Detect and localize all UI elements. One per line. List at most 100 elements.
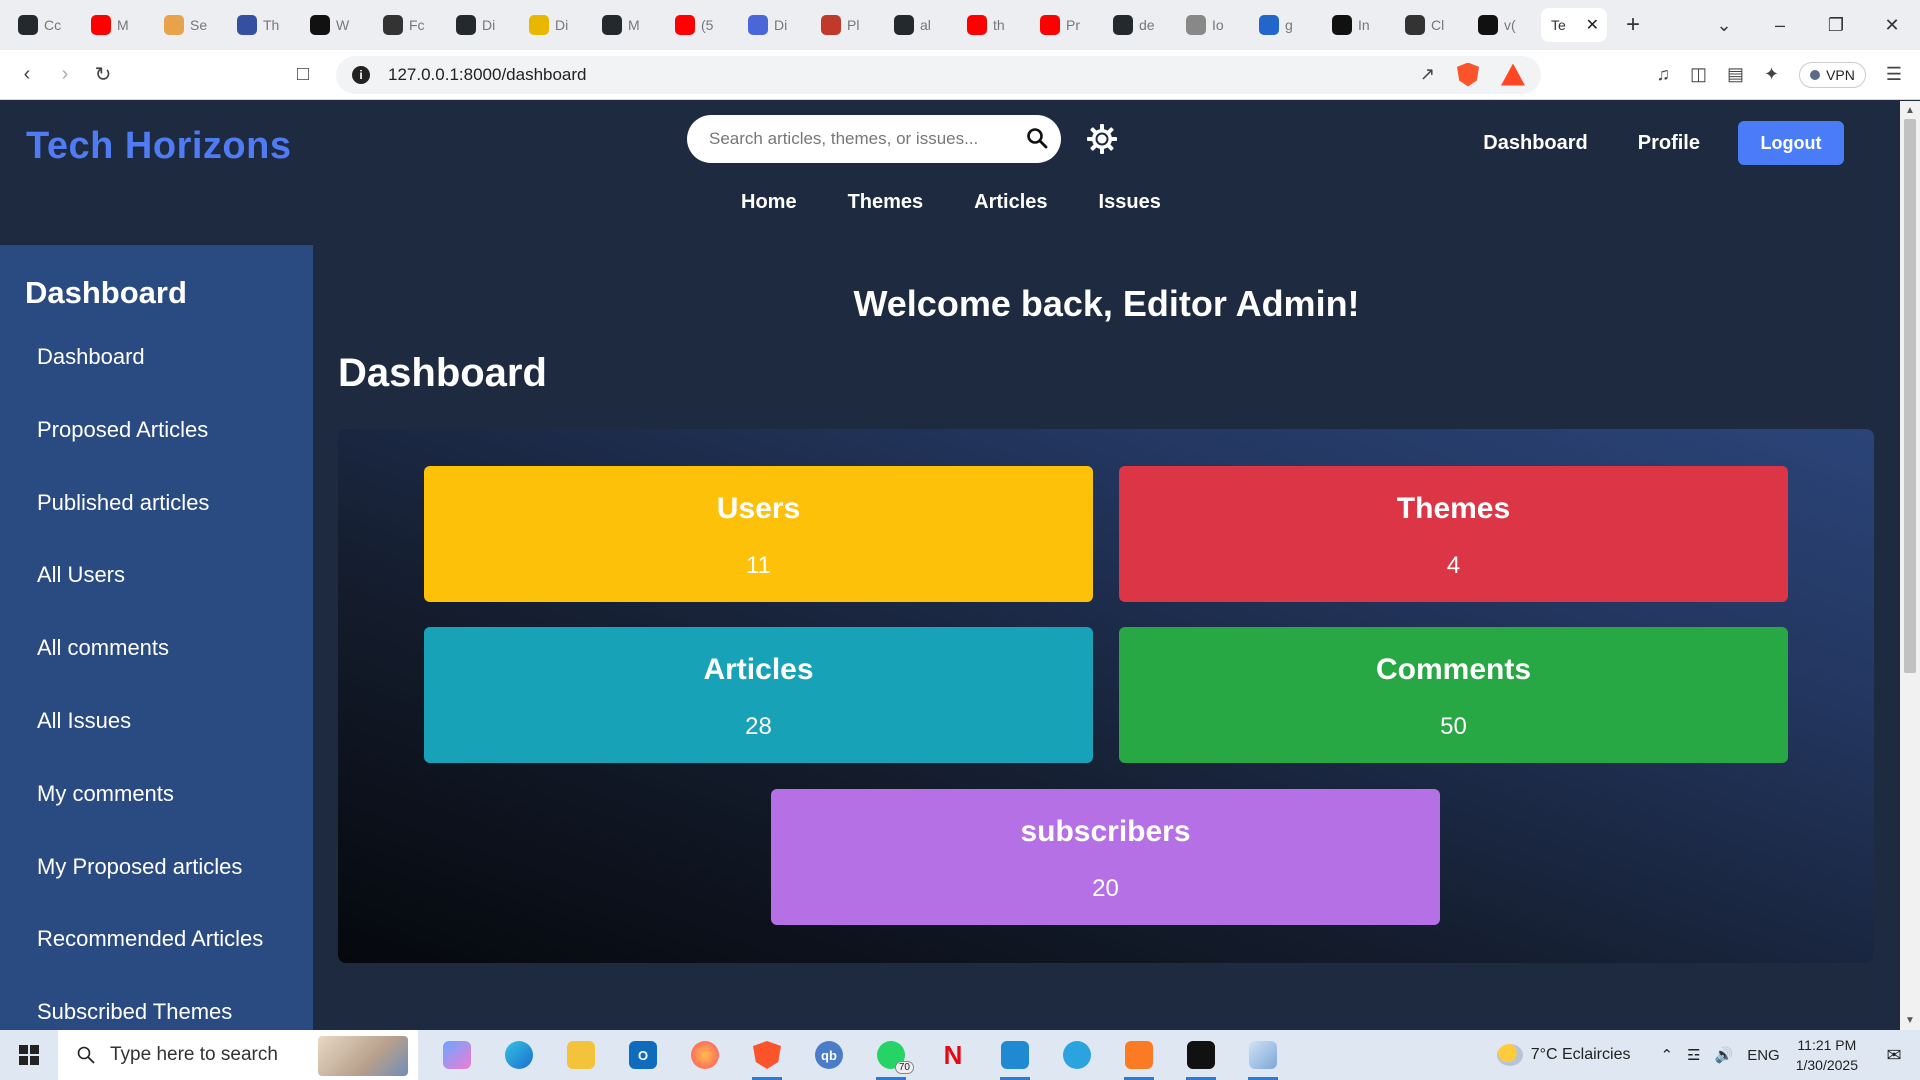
new-tab-button[interactable]: + (1615, 8, 1651, 42)
file-explorer-app[interactable] (550, 1030, 612, 1080)
search-input[interactable] (709, 129, 1009, 149)
vpn-button[interactable]: VPN (1799, 61, 1866, 88)
edge-app[interactable] (488, 1030, 550, 1080)
nav-issues-link[interactable]: Issues (1099, 191, 1161, 214)
nav-home-link[interactable]: Home (741, 191, 797, 214)
browser-tab[interactable]: v( (1468, 8, 1541, 42)
page-scrollbar[interactable]: ▲ ▼ (1900, 101, 1920, 1030)
browser-tab[interactable]: Fc (373, 8, 446, 42)
address-bar[interactable]: i 127.0.0.1:8000/dashboard ↗ (336, 55, 1541, 94)
sidebar-item-proposed-articles[interactable]: Proposed Articles (37, 418, 263, 493)
weather-widget[interactable]: 7°C Eclaircies (1496, 1044, 1630, 1066)
outlook-app[interactable]: O (612, 1030, 674, 1080)
themes-card-value: 4 (1446, 552, 1461, 579)
comments-stat-card[interactable]: Comments 50 (1119, 627, 1788, 763)
browser-tab[interactable]: Cl (1395, 8, 1468, 42)
photos-app[interactable] (1232, 1030, 1294, 1080)
nav-profile-link[interactable]: Profile (1638, 132, 1700, 155)
share-icon[interactable]: ↗ (1420, 64, 1435, 85)
vscode-app[interactable] (984, 1030, 1046, 1080)
taskbar-search[interactable]: Type here to search (58, 1030, 418, 1080)
menu-icon[interactable]: ☰ (1886, 64, 1902, 85)
nav-articles-link[interactable]: Articles (974, 191, 1047, 214)
sidebar-item-my-proposed-articles[interactable]: My Proposed articles (37, 855, 263, 930)
back-icon[interactable]: ‹ (8, 63, 46, 86)
browser-tab[interactable]: M (81, 8, 154, 42)
whatsapp-app[interactable]: 70 (860, 1030, 922, 1080)
themes-stat-card[interactable]: Themes 4 (1119, 466, 1788, 602)
language-indicator[interactable]: ENG (1747, 1047, 1780, 1064)
browser-tab[interactable]: al (884, 8, 957, 42)
browser-tab[interactable]: M (592, 8, 665, 42)
sidebar-item-my-comments[interactable]: My comments (37, 782, 263, 857)
scroll-up-icon[interactable]: ▲ (1900, 105, 1920, 116)
browser-tab[interactable]: Di (519, 8, 592, 42)
users-card-value: 11 (746, 552, 771, 579)
start-button[interactable] (0, 1045, 58, 1065)
browser-tab[interactable]: th (957, 8, 1030, 42)
tab-list-chevron-icon[interactable]: ⌄ (1696, 15, 1752, 36)
browser-tab-active[interactable]: Te ✕ (1541, 8, 1607, 42)
sidebar-item-recommended-articles[interactable]: Recommended Articles (37, 928, 263, 1002)
close-window-icon[interactable]: ✕ (1864, 15, 1920, 36)
site-info-icon[interactable]: i (352, 65, 370, 84)
browser-tab[interactable]: de (1103, 8, 1176, 42)
nav-dashboard-link[interactable]: Dashboard (1483, 132, 1587, 155)
sidebar-item-subscribed-themes[interactable]: Subscribed Themes (37, 1001, 263, 1030)
scrollbar-thumb[interactable] (1904, 119, 1916, 673)
bookmark-icon[interactable]: □ (297, 63, 309, 86)
search-box[interactable] (687, 115, 1061, 163)
browser-tab[interactable]: Se (154, 8, 227, 42)
volume-icon[interactable]: 🔊 (1715, 1046, 1734, 1064)
forward-icon[interactable]: › (46, 63, 84, 86)
browser-tab[interactable]: Di (738, 8, 811, 42)
leo-ai-icon[interactable]: ✦ (1764, 64, 1779, 85)
chevron-up-icon[interactable]: ⌃ (1660, 1046, 1673, 1064)
nav-themes-link[interactable]: Themes (848, 191, 924, 214)
firefox-app[interactable] (674, 1030, 736, 1080)
browser-tab[interactable]: Di (446, 8, 519, 42)
browser-tab[interactable]: W (300, 8, 373, 42)
browser-tab[interactable]: Pr (1030, 8, 1103, 42)
scroll-down-icon[interactable]: ▼ (1900, 1015, 1920, 1026)
subscribers-stat-card[interactable]: subscribers 20 (771, 789, 1440, 925)
search-icon[interactable] (1025, 126, 1049, 150)
brave-app[interactable] (736, 1030, 798, 1080)
brave-shields-icon[interactable] (1457, 62, 1479, 87)
sidebar-item-dashboard[interactable]: Dashboard (37, 346, 263, 420)
browser-tab[interactable]: g (1249, 8, 1322, 42)
sidebar-toggle-icon[interactable]: ◫ (1690, 64, 1707, 85)
articles-stat-card[interactable]: Articles 28 (424, 627, 1093, 763)
site-brand[interactable]: Tech Horizons (26, 125, 292, 168)
sidebar-item-all-comments[interactable]: All comments (37, 637, 263, 711)
browser-tab[interactable]: Cc (8, 8, 81, 42)
reload-icon[interactable]: ↻ (84, 62, 122, 87)
url-text[interactable]: 127.0.0.1:8000/dashboard (388, 65, 587, 85)
browser-tab[interactable]: Pl (811, 8, 884, 42)
wifi-icon[interactable]: ☲ (1687, 1046, 1700, 1064)
restore-icon[interactable]: ❐ (1808, 15, 1864, 36)
browser-tab[interactable]: Th (227, 8, 300, 42)
sidebar-item-all-issues[interactable]: All Issues (37, 710, 263, 784)
xampp-app[interactable] (1108, 1030, 1170, 1080)
media-icon[interactable]: ♫ (1656, 64, 1670, 85)
browser-tab[interactable]: Io (1176, 8, 1249, 42)
theme-toggle-sun-icon[interactable] (1086, 123, 1118, 155)
netflix-app[interactable]: N (922, 1030, 984, 1080)
copilot-app[interactable] (426, 1030, 488, 1080)
users-stat-card[interactable]: Users 11 (424, 466, 1093, 602)
close-tab-icon[interactable]: ✕ (1586, 15, 1599, 35)
minimize-icon[interactable]: – (1752, 15, 1808, 36)
terminal-app[interactable] (1170, 1030, 1232, 1080)
notifications-icon[interactable]: ✉ (1874, 1045, 1914, 1066)
logout-button[interactable]: Logout (1738, 121, 1844, 165)
brave-rewards-icon[interactable] (1501, 63, 1525, 86)
browser-tab[interactable]: (5 (665, 8, 738, 42)
sidebar-item-published-articles[interactable]: Published articles (37, 491, 263, 566)
wallet-icon[interactable]: ▤ (1727, 64, 1744, 85)
browser-tab[interactable]: In (1322, 8, 1395, 42)
sidebar-item-all-users[interactable]: All Users (37, 564, 263, 638)
qbittorrent-app[interactable]: qb (798, 1030, 860, 1080)
clock[interactable]: 11:21 PM 1/30/2025 (1796, 1035, 1858, 1075)
telegram-app[interactable] (1046, 1030, 1108, 1080)
